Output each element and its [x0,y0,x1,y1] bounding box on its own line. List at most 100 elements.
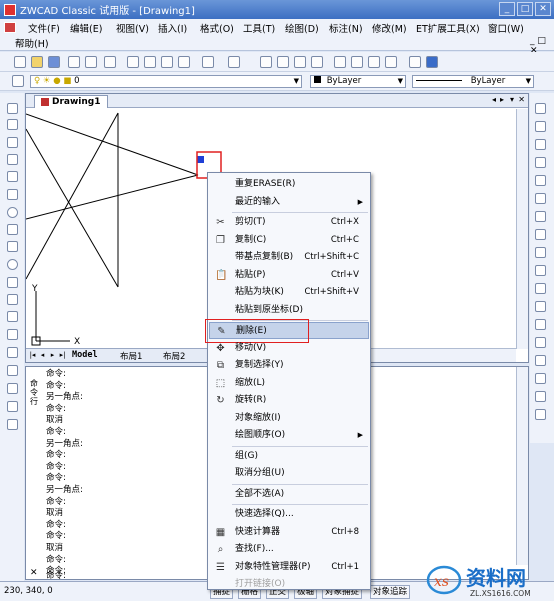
tab-list-button[interactable]: ▾ [510,95,514,104]
print-icon[interactable] [68,56,80,68]
save-icon[interactable] [48,56,60,68]
context-menu-item[interactable]: 组(G) [209,448,369,465]
context-menu-item[interactable]: 带基点复制(B) Ctrl+Shift+C [209,249,369,266]
cut-icon[interactable] [127,56,139,68]
minimize-button[interactable]: _ [499,2,515,16]
otrack-toggle[interactable]: 对象追踪 [370,585,411,599]
menu-modify[interactable]: 修改(M) [372,21,407,35]
print-preview-icon[interactable] [85,56,97,68]
menu-file[interactable]: 文件(F) [28,21,60,35]
tab-layout1[interactable]: 布局1 [120,350,142,362]
construction-line-icon[interactable] [7,119,18,130]
pan-icon[interactable] [260,56,272,68]
insert-block-icon[interactable] [7,294,18,305]
extend-icon[interactable] [535,283,546,294]
context-menu-item[interactable]: 对象缩放(I) [209,410,369,427]
tab-close-button[interactable]: ✕ [518,95,525,104]
fillet-icon[interactable] [535,355,546,366]
lengthen-icon[interactable] [535,391,546,402]
spline-icon[interactable] [7,241,18,252]
tool-palette-icon[interactable] [368,56,380,68]
circle-icon[interactable] [7,207,18,218]
design-center-icon[interactable] [351,56,363,68]
context-menu-item[interactable]: 📋 粘贴(P) Ctrl+V [209,267,369,284]
context-menu-item[interactable]: ⌕ 查找(F)... [209,541,369,558]
help-icon[interactable] [426,56,438,68]
wipeout-icon[interactable] [7,419,18,430]
hatch-icon[interactable] [7,347,18,358]
context-menu-item[interactable]: 取消分组(U) [209,465,369,482]
context-menu-item[interactable]: ↻ 旋转(R) [209,392,369,409]
join-icon[interactable] [535,319,546,330]
menu-view[interactable]: 视图(V) [116,21,149,35]
ellipse-arc-icon[interactable] [7,277,18,288]
context-menu-item[interactable]: ❐ 复制(C) Ctrl+C [209,232,369,249]
line-entity[interactable] [26,112,119,280]
trim-icon[interactable] [535,265,546,276]
move-icon[interactable] [535,193,546,204]
context-menu-item[interactable]: 绘图顺序(O) ▶ [209,427,369,444]
align-icon[interactable] [535,409,546,420]
linetype-combo[interactable]: ByLayer ▼ [412,75,534,88]
copy-icon[interactable] [144,56,156,68]
color-combo[interactable]: ByLayer ▼ [310,75,406,88]
selected-grip[interactable] [197,156,204,163]
maximize-button[interactable]: □ [517,2,533,16]
context-menu-item[interactable]: ⧉ 复制选择(Y) [209,357,369,374]
command-prompt[interactable]: 命令: [46,569,66,581]
context-menu-item[interactable]: 粘贴到原坐标(D) [209,302,369,319]
revision-cloud-icon[interactable] [7,224,18,235]
context-menu-item[interactable]: 重复ERASE(R) [209,176,369,193]
make-block-icon[interactable] [7,311,18,322]
arc-icon[interactable] [7,189,18,200]
context-menu-item[interactable]: 全部不选(A) [209,486,369,503]
menu-insert[interactable]: 插入(I) [158,21,187,35]
open-icon[interactable] [31,56,43,68]
context-menu-item[interactable]: ⬚ 缩放(L) [209,375,369,392]
context-menu-item[interactable]: ✥ 移动(V) [209,340,369,357]
layer-combo[interactable]: ♀ ☀ ● ■ 0 ▼ [30,75,302,88]
context-menu-item[interactable]: 粘贴为块(K) Ctrl+Shift+V [209,284,369,301]
close-button[interactable]: ✕ [535,2,551,16]
mirror-icon[interactable] [535,139,546,150]
zoom-window-icon[interactable] [294,56,306,68]
properties-icon[interactable] [334,56,346,68]
menu-format[interactable]: 格式(O) [200,21,234,35]
copy-object-icon[interactable] [535,121,546,132]
zoom-realtime-icon[interactable] [277,56,289,68]
tab-next-button[interactable]: ▸ [500,95,504,104]
chamfer-icon[interactable] [535,337,546,348]
prev-layout-button[interactable]: ◂ [38,350,47,360]
zoom-previous-icon[interactable] [311,56,323,68]
undo-icon[interactable] [202,56,214,68]
layer-manager-icon[interactable] [12,75,24,87]
new-icon[interactable] [14,56,26,68]
last-layout-button[interactable]: ▸| [58,350,67,360]
tab-layout2[interactable]: 布局2 [163,350,185,362]
ellipse-icon[interactable] [7,259,18,270]
point-icon[interactable] [7,329,18,340]
tab-prev-button[interactable]: ◂ [492,95,496,104]
stretch-icon[interactable] [535,247,546,258]
erase-icon[interactable] [535,103,546,114]
context-menu-item[interactable]: ▦ 快速计算器 Ctrl+8 [209,524,369,541]
tab-model[interactable]: Model [72,350,98,360]
paste-icon[interactable] [161,56,173,68]
zoom-extents-icon[interactable] [409,56,421,68]
menu-et-tools[interactable]: ET扩展工具(X) [416,21,480,35]
menu-draw[interactable]: 绘图(D) [285,21,319,35]
array-icon[interactable] [535,175,546,186]
scale-icon[interactable] [535,229,546,240]
command-scrollbar[interactable] [516,367,528,565]
explode-icon[interactable] [535,373,546,384]
line-icon[interactable] [7,103,18,114]
menu-tools[interactable]: 工具(T) [243,21,275,35]
rotate-icon[interactable] [535,211,546,222]
calculator-icon[interactable] [385,56,397,68]
line-entity[interactable] [26,128,119,288]
region-icon[interactable] [7,365,18,376]
close-icon[interactable]: ✕ [30,568,38,578]
menu-edit[interactable]: 编辑(E) [70,21,102,35]
redo-icon[interactable] [228,56,240,68]
polyline-icon[interactable] [7,137,18,148]
